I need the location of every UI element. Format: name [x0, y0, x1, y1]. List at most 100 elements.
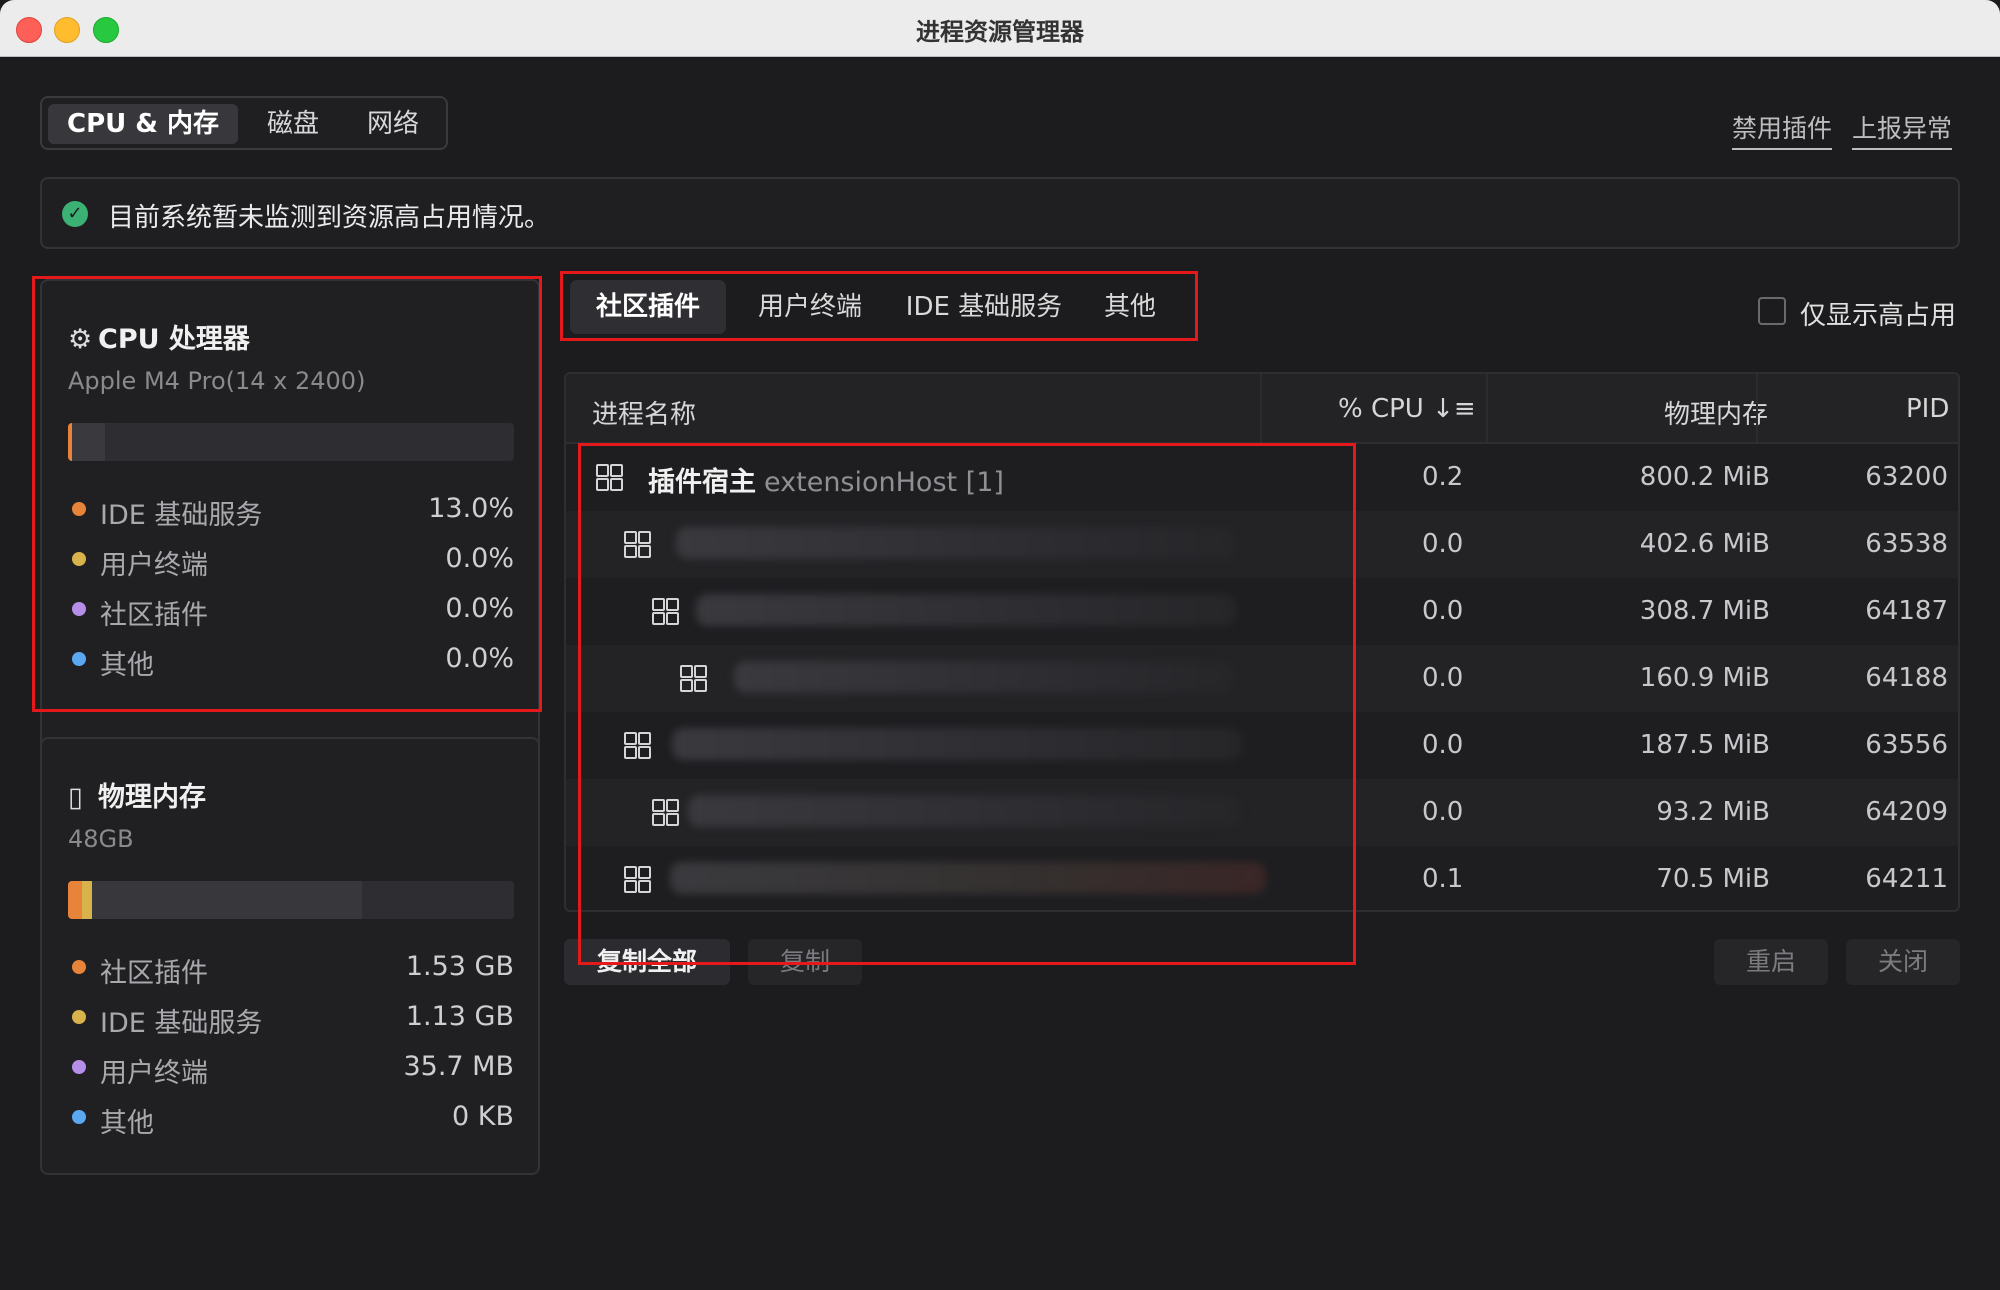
process-grid-icon [624, 531, 651, 558]
process-pid: 63200 [1865, 462, 1948, 492]
legend-dot [72, 1010, 86, 1024]
window-title: 进程资源管理器 [916, 18, 1084, 46]
cpu-chip-icon: ⚙ [68, 324, 93, 355]
process-cpu: 0.0 [1422, 663, 1464, 693]
cpu-legend-plugins: 社区插件 0.0% [68, 589, 514, 631]
column-divider[interactable] [1260, 374, 1262, 442]
process-cpu: 0.0 [1422, 797, 1464, 827]
memory-card: ▯ 物理内存 48GB 社区插件 1.53 GB IDE 基础服务 1.13 GB… [40, 737, 540, 1175]
process-name-redacted [670, 862, 1266, 894]
process-cpu: 0.0 [1422, 730, 1464, 760]
process-pid: 63538 [1865, 529, 1948, 559]
disable-plugins-link[interactable]: 禁用插件 [1732, 109, 1833, 150]
column-divider[interactable] [1756, 374, 1758, 442]
memory-card-title: ▯ 物理内存 [68, 782, 206, 813]
process-pid: 64187 [1865, 596, 1948, 626]
close-process-button[interactable]: 关闭 [1846, 939, 1960, 985]
table-row[interactable]: 0.0 187.5 MiB 63556 [566, 712, 1958, 779]
legend-dot [72, 502, 86, 516]
legend-dot [72, 602, 86, 616]
tab-disk[interactable]: 磁盘 [248, 104, 338, 144]
copy-all-button[interactable]: 复制全部 [564, 939, 730, 985]
column-divider[interactable] [1486, 374, 1488, 442]
process-memory: 187.5 MiB [1639, 730, 1770, 760]
process-cpu: 0.2 [1422, 462, 1464, 492]
process-cpu: 0.1 [1422, 864, 1464, 894]
process-cpu: 0.0 [1422, 596, 1464, 626]
tab-cpu-memory[interactable]: CPU & 内存 [48, 104, 238, 144]
process-pid: 64209 [1865, 797, 1948, 827]
process-name-redacted [688, 795, 1240, 827]
memory-segment-plugins [68, 881, 82, 919]
cpu-usage-bar [68, 423, 514, 461]
table-row[interactable]: 0.0 160.9 MiB 64188 [566, 645, 1958, 712]
process-grid-icon [652, 799, 679, 826]
column-header-name[interactable]: 进程名称 [592, 394, 696, 431]
cpu-model: Apple M4 Pro(14 x 2400) [68, 367, 366, 395]
tab-community-plugins[interactable]: 社区插件 [570, 280, 726, 334]
memory-usage-bar [68, 881, 514, 919]
process-name-redacted [676, 527, 1236, 559]
process-name-redacted [696, 594, 1236, 626]
table-row[interactable]: 插件宿主 extensionHost [1] 0.2 800.2 MiB 6320… [566, 444, 1958, 511]
cpu-legend-ide: IDE 基础服务 13.0% [68, 489, 514, 531]
cpu-legend-terminal: 用户终端 0.0% [68, 539, 514, 581]
process-grid-icon [596, 464, 623, 491]
legend-dot [72, 552, 86, 566]
column-header-pid[interactable]: PID [1906, 394, 1949, 424]
process-name-redacted [672, 728, 1242, 760]
cpu-legend-other: 其他 0.0% [68, 639, 514, 681]
memory-total: 48GB [68, 825, 134, 853]
process-grid-icon [624, 866, 651, 893]
legend-dot [72, 1110, 86, 1124]
process-grid-icon [680, 665, 707, 692]
process-memory: 308.7 MiB [1639, 596, 1770, 626]
process-grid-icon [652, 598, 679, 625]
table-row[interactable]: 0.0 308.7 MiB 64187 [566, 578, 1958, 645]
cpu-card-title: ⚙ CPU 处理器 [68, 324, 250, 355]
status-banner-text: 目前系统暂未监测到资源高占用情况。 [108, 203, 551, 233]
status-banner: ✓ 目前系统暂未监测到资源高占用情况。 [40, 177, 1960, 249]
legend-dot [72, 960, 86, 974]
process-table: 进程名称 % CPU ↓≡ 物理内存 PID 插件宿主 extensionHost… [564, 372, 1960, 912]
tab-user-terminal[interactable]: 用户终端 [732, 280, 888, 334]
legend-dot [72, 1060, 86, 1074]
table-row[interactable]: 0.1 70.5 MiB 64211 [566, 846, 1958, 910]
process-memory: 800.2 MiB [1639, 462, 1770, 492]
tab-network[interactable]: 网络 [348, 104, 438, 144]
process-pid: 64188 [1865, 663, 1948, 693]
only-high-usage-checkbox[interactable] [1758, 297, 1786, 325]
app-content: CPU & 内存 磁盘 网络 禁用插件 上报异常 ✓ 目前系统暂未监测到资源高占… [0, 57, 2000, 1290]
cpu-usage-fill [72, 423, 105, 461]
memory-legend-terminal: 用户终端 35.7 MB [68, 1047, 514, 1089]
table-header: 进程名称 % CPU ↓≡ 物理内存 PID [566, 374, 1958, 444]
restart-button[interactable]: 重启 [1714, 939, 1828, 985]
process-name: 插件宿主 extensionHost [1] [648, 467, 1004, 498]
report-issue-link[interactable]: 上报异常 [1852, 109, 1953, 150]
column-header-cpu[interactable]: % CPU ↓≡ [1338, 394, 1476, 424]
memory-card-icon: ▯ [68, 782, 83, 813]
process-memory: 160.9 MiB [1639, 663, 1770, 693]
memory-legend-plugins: 社区插件 1.53 GB [68, 947, 514, 989]
memory-legend-ide: IDE 基础服务 1.13 GB [68, 997, 514, 1039]
table-row[interactable]: 0.0 93.2 MiB 64209 [566, 779, 1958, 846]
process-pid: 63556 [1865, 730, 1948, 760]
process-memory: 93.2 MiB [1656, 797, 1770, 827]
process-grid-icon [624, 732, 651, 759]
tab-other[interactable]: 其他 [1080, 280, 1180, 334]
process-cpu: 0.0 [1422, 529, 1464, 559]
copy-button[interactable]: 复制 [748, 939, 862, 985]
tab-ide-services[interactable]: IDE 基础服务 [894, 280, 1074, 334]
column-header-memory[interactable]: 物理内存 [1664, 394, 1768, 431]
window-titlebar: 进程资源管理器 [0, 0, 2000, 57]
cpu-card: ⚙ CPU 处理器 Apple M4 Pro(14 x 2400) IDE 基础服… [40, 279, 540, 759]
memory-segment-ide [82, 881, 92, 919]
process-memory: 402.6 MiB [1639, 529, 1770, 559]
memory-usage-fill [92, 881, 362, 919]
process-name-redacted [734, 661, 1234, 693]
resource-type-tabs: CPU & 内存 磁盘 网络 [40, 96, 448, 150]
legend-dot [72, 652, 86, 666]
memory-legend-other: 其他 0 KB [68, 1097, 514, 1139]
table-row[interactable]: 0.0 402.6 MiB 63538 [566, 511, 1958, 578]
process-memory: 70.5 MiB [1656, 864, 1770, 894]
